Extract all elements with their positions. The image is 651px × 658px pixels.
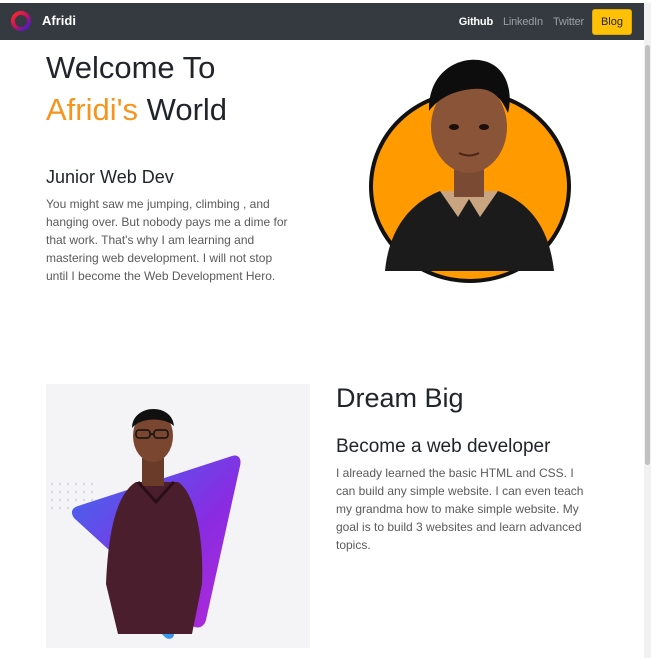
brand-name[interactable]: Afridi [42, 13, 76, 28]
hero-title: Welcome To [46, 50, 216, 85]
hero-paragraph: You might saw me jumping, climbing , and… [46, 197, 288, 283]
nav-links: Github LinkedIn Twitter Blog [449, 9, 632, 35]
navbar: Afridi Github LinkedIn Twitter Blog [0, 3, 644, 40]
page: Afridi Github LinkedIn Twitter Blog Welc… [0, 0, 651, 658]
scrollbar[interactable] [644, 3, 651, 658]
hero-subtitle: Junior Web Dev [46, 167, 174, 187]
scrollbar-thumb[interactable] [645, 45, 650, 465]
hero-title-line2: Afridi's World [46, 92, 227, 128]
nav-link-github[interactable]: Github [459, 16, 493, 28]
dream-subtitle: Become a web developer [336, 436, 551, 457]
dream-photo [51, 408, 241, 639]
dream-paragraph: I already learned the basic HTML and CSS… [336, 466, 584, 552]
ring-logo-icon[interactable] [10, 10, 32, 32]
dream-title: Dream Big [336, 383, 464, 413]
nav-link-twitter[interactable]: Twitter [553, 16, 584, 28]
blog-button[interactable]: Blog [591, 9, 632, 35]
dream-illustration [46, 384, 310, 648]
profile-photo [385, 59, 554, 271]
nav-link-linkedin[interactable]: LinkedIn [503, 16, 543, 28]
hero-title-accent: Afridi's [46, 92, 139, 127]
hero-title-rest: World [138, 92, 228, 127]
